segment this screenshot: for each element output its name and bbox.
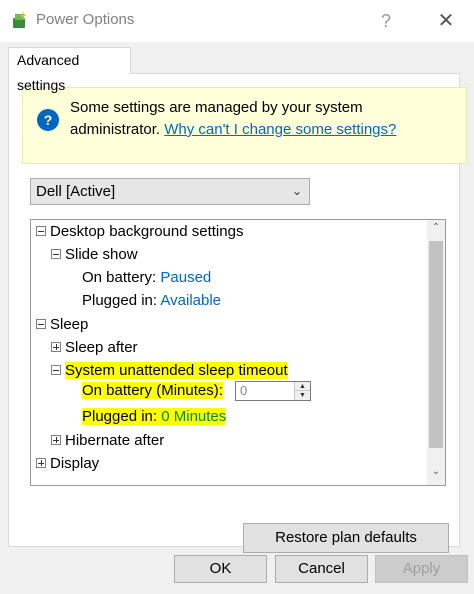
tree-item-label: Display	[50, 455, 100, 472]
expand-icon[interactable]	[51, 342, 61, 353]
setting-value-link[interactable]: 0 Minutes	[161, 408, 226, 425]
stepper-value[interactable]: 0	[240, 382, 247, 400]
setting-label: Plugged in:	[82, 408, 158, 425]
tree-item-unattended-on-battery: On battery (Minutes):	[82, 380, 223, 402]
tree-item-slide-on-battery: On battery: Paused	[82, 267, 211, 289]
tree-item-unattended-sleep-timeout[interactable]: System unattended sleep timeout	[51, 360, 288, 382]
collapse-icon[interactable]	[36, 226, 46, 237]
tab-advanced-settings[interactable]: Advanced settings	[8, 47, 131, 93]
on-battery-minutes-stepper[interactable]: 0 ▲ ▼	[235, 381, 311, 401]
tree-scrollbar[interactable]: ⌃ ⌄	[427, 220, 445, 485]
notice-text-line1: Some settings are managed by your system	[70, 99, 363, 116]
collapse-icon[interactable]	[51, 365, 61, 376]
setting-label: Plugged in:	[82, 292, 158, 309]
notice-text-prefix: administrator.	[70, 121, 161, 138]
tree-item-slide-plugged-in: Plugged in: Available	[82, 290, 221, 312]
power-plan-selected: Dell [Active]	[36, 183, 116, 200]
tree-item-sleep-after[interactable]: Sleep after	[51, 337, 138, 359]
expand-icon[interactable]	[51, 435, 61, 446]
expand-icon[interactable]	[36, 458, 46, 469]
cancel-button[interactable]: Cancel	[275, 555, 368, 583]
settings-tree: Desktop background settings Slide show O…	[30, 219, 446, 486]
tree-item-sleep[interactable]: Sleep	[36, 314, 88, 336]
ok-button[interactable]: OK	[174, 555, 267, 583]
advanced-settings-panel: ? Some settings are managed by your syst…	[8, 73, 467, 553]
restore-plan-defaults-button[interactable]: Restore plan defaults	[243, 523, 449, 553]
setting-label: On battery:	[82, 269, 157, 286]
spin-up-icon[interactable]: ▲	[294, 382, 310, 391]
setting-value-link[interactable]: Available	[160, 292, 221, 309]
tree-item-label: Desktop background settings	[50, 223, 244, 240]
managed-settings-notice: ? Some settings are managed by your syst…	[22, 87, 467, 164]
setting-label: On battery (Minutes):	[82, 382, 223, 399]
tree-item-display[interactable]: Display	[36, 453, 99, 475]
help-button[interactable]: ?	[368, 6, 404, 36]
setting-label-highlighted: Plugged in: 0 Minutes	[82, 408, 227, 425]
collapse-icon[interactable]	[51, 249, 61, 260]
spin-down-icon[interactable]: ▼	[294, 391, 310, 400]
tree-item-unattended-plugged-in: Plugged in: 0 Minutes	[82, 406, 227, 428]
tree-item-label: Slide show	[65, 246, 138, 263]
tree-item-label: Sleep	[50, 316, 89, 333]
dialog-client-area: Advanced settings ? Some settings are ma…	[0, 42, 474, 594]
tree-item-desktop-background[interactable]: Desktop background settings	[36, 221, 243, 243]
why-cant-change-link[interactable]: Why can't I change some settings?	[164, 121, 396, 138]
collapse-icon[interactable]	[36, 319, 46, 330]
power-options-icon	[13, 11, 26, 28]
power-plan-dropdown[interactable]: Dell [Active] ⌄	[30, 178, 310, 205]
tree-item-label: Sleep after	[65, 339, 138, 356]
setting-value-link[interactable]: Paused	[160, 269, 211, 286]
tree-item-label: Hibernate after	[65, 432, 165, 449]
info-question-icon: ?	[37, 109, 59, 131]
scroll-down-icon[interactable]: ⌄	[427, 466, 445, 482]
tree-item-hibernate-after[interactable]: Hibernate after	[51, 430, 164, 452]
tree-item-label: System unattended sleep timeout	[65, 362, 288, 379]
tree-item-slide-show[interactable]: Slide show	[51, 244, 138, 266]
apply-button[interactable]: Apply	[375, 555, 468, 583]
notice-text-line2: administrator. Why can't I change some s…	[70, 121, 396, 138]
window-title: Power Options	[36, 11, 135, 28]
scrollbar-thumb[interactable]	[429, 241, 443, 448]
scroll-up-icon[interactable]: ⌃	[427, 222, 445, 238]
chevron-down-icon: ⌄	[291, 184, 302, 198]
close-button[interactable]: ✕	[428, 6, 464, 36]
title-bar: Power Options ? ✕	[0, 0, 474, 42]
